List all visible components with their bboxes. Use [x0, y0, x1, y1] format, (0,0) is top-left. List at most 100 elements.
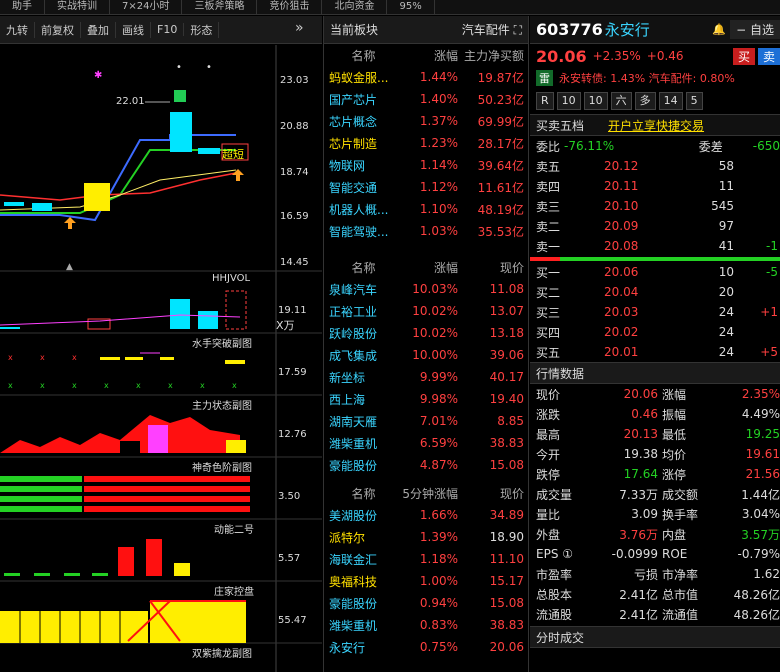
- toolbar-item[interactable]: 画线: [116, 21, 151, 38]
- sector-row[interactable]: 国产芯片 1.40% 50.23亿: [324, 88, 528, 110]
- order-qty: 10: [718, 265, 734, 279]
- toolbar-item[interactable]: 前复权: [35, 21, 81, 38]
- sector-row[interactable]: 机器人概... 1.10% 48.19亿: [324, 198, 528, 220]
- level-button[interactable]: 5: [685, 92, 703, 110]
- sector-row[interactable]: 西上海 9.98% 19.40: [324, 388, 528, 410]
- sector-cell: 1.03%: [419, 224, 458, 238]
- sector-cell: 成飞集成: [329, 348, 378, 363]
- sector-cell: 机器人概...: [329, 202, 389, 217]
- indicator-title-momentum[interactable]: 动能二号: [214, 521, 254, 536]
- price-axis-5: 14.45: [280, 257, 309, 268]
- toolbar-item[interactable]: 叠加: [81, 21, 116, 38]
- sector-row[interactable]: 潍柴重机 6.59% 38.83: [324, 432, 528, 454]
- sector-cell: 物联网: [329, 158, 366, 173]
- sell-button[interactable]: 卖: [757, 47, 780, 65]
- toolbar-item[interactable]: F10: [151, 23, 185, 36]
- top-tab[interactable]: 竞价狙击: [257, 0, 323, 14]
- top-tab[interactable]: 助手: [0, 0, 45, 14]
- buy-button[interactable]: 买: [732, 47, 755, 65]
- top-tab[interactable]: 北向资金: [322, 0, 388, 14]
- toolbar-item[interactable]: 九转: [0, 21, 35, 38]
- order-label: 买四: [536, 325, 561, 340]
- sector-name[interactable]: 汽车配件: [462, 23, 510, 37]
- svg-text:x: x: [136, 381, 141, 390]
- sector-cell: 1.37%: [419, 114, 458, 128]
- indicator-title-ladder[interactable]: 神奇色阶副图: [192, 459, 252, 474]
- sector-row[interactable]: 永安行 0.75% 20.06: [324, 636, 528, 658]
- stat-value: 0.46: [631, 407, 658, 421]
- top-tab[interactable]: 95%: [387, 0, 435, 14]
- sector-row[interactable]: 蚂蚁金服... 1.44% 19.87亿: [324, 66, 528, 88]
- sector-row[interactable]: 芯片制造 1.23% 28.17亿: [324, 132, 528, 154]
- sector-cell: 豪能股份: [329, 596, 378, 611]
- sector-row[interactable]: 豪能股份 4.87% 15.08: [324, 454, 528, 476]
- stock-name[interactable]: 永安行: [605, 19, 650, 40]
- stats-row: 流通股 2.41亿 流通值 48.26亿: [530, 604, 780, 624]
- sector-row[interactable]: 豪能股份 0.94% 15.08: [324, 592, 528, 614]
- order-label: 卖三: [536, 199, 561, 214]
- svg-text:✱: ✱: [94, 70, 102, 81]
- sector-row[interactable]: 智能交通 1.12% 11.61亿: [324, 176, 528, 198]
- stat-value: 2.41亿: [619, 607, 658, 622]
- top-tab[interactable]: 实战特训: [45, 0, 110, 14]
- level-button[interactable]: 10: [583, 92, 608, 110]
- indicator-title-sailor[interactable]: 水手突破副图: [192, 335, 252, 350]
- level-buttons: R 10 10 六多 14 5: [530, 88, 780, 114]
- sector-row[interactable]: 奥福科技 1.00% 15.17: [324, 570, 528, 592]
- lei-badge[interactable]: 雷: [536, 70, 553, 86]
- order-price: 20.09: [604, 219, 639, 233]
- order-row: 卖二 20.09 97: [530, 216, 780, 236]
- open-account-link[interactable]: 开户立享快捷交易: [608, 117, 704, 134]
- toolbar-item[interactable]: 形态: [184, 21, 220, 38]
- sector-row[interactable]: 海联金汇 1.18% 11.10: [324, 548, 528, 570]
- order-label: 买二: [536, 285, 561, 300]
- order-row: 买一 20.06 10 -5: [530, 262, 780, 282]
- sector-row[interactable]: 正裕工业 10.02% 13.07: [324, 300, 528, 322]
- sector-header-1: 名称 涨幅 主力净买额: [351, 48, 524, 63]
- tick-trades-title[interactable]: 分时成交: [530, 626, 780, 648]
- stats-title: 行情数据: [530, 362, 780, 384]
- sector-row[interactable]: 湖南天雁 7.01% 8.85: [324, 410, 528, 432]
- price-change: +0.46: [646, 49, 684, 63]
- sector-row[interactable]: 芯片概念 1.37% 69.99亿: [324, 110, 528, 132]
- top-tab[interactable]: 7×24小时: [110, 0, 183, 14]
- more-icon[interactable]: »: [295, 20, 304, 36]
- sector-row[interactable]: 泉峰汽车 10.03% 11.08: [324, 278, 528, 300]
- sector-row[interactable]: 智能驾驶... 1.03% 35.53亿: [324, 220, 528, 242]
- buy-sell-ratio-bar: [530, 257, 560, 261]
- indicator-title-force[interactable]: 主力状态副图: [192, 397, 252, 412]
- stats-row: 现价 20.06 涨幅 2.35%: [530, 384, 780, 404]
- level-button[interactable]: 10: [556, 92, 581, 110]
- add-watchlist-button[interactable]: − 自选: [730, 20, 780, 39]
- sector-row[interactable]: 新坐标 9.99% 40.17: [324, 366, 528, 388]
- sector-row[interactable]: 美湖股份 1.66% 34.89: [324, 504, 528, 526]
- price-axis-2: 20.88: [280, 121, 309, 132]
- volume-title: HHJVOL: [212, 273, 251, 284]
- sector-cell: 0.83%: [419, 618, 458, 632]
- order-price: 20.01: [604, 345, 639, 359]
- top-tab[interactable]: 三板斧策略: [182, 0, 258, 14]
- sector-cell: 1.40%: [419, 92, 458, 106]
- sector-cell: 34.89: [489, 508, 524, 522]
- level-button[interactable]: 多: [634, 92, 656, 110]
- level-button[interactable]: 14: [658, 92, 683, 110]
- sector-cell: 19.87亿: [477, 70, 524, 85]
- weicha-value: -650: [752, 139, 780, 153]
- sector-cell: 跃岭股份: [329, 326, 378, 341]
- sector-cell: 海联金汇: [329, 552, 378, 567]
- sector-row[interactable]: 物联网 1.14% 39.64亿: [324, 154, 528, 176]
- sector-row[interactable]: 成飞集成 10.00% 39.06: [324, 344, 528, 366]
- level-button[interactable]: 六: [610, 92, 632, 110]
- indicator-title-purple[interactable]: 双紫擒龙副图: [192, 645, 252, 660]
- sector-row[interactable]: 派特尔 1.39% 18.90: [324, 526, 528, 548]
- level-button[interactable]: R: [536, 92, 554, 110]
- order-delta: +1: [760, 305, 778, 319]
- expand-icon[interactable]: ⛶: [514, 23, 522, 37]
- related-tags[interactable]: 永安转债: 1.43% 汽车配件: 0.80%: [559, 70, 735, 86]
- order-label: 卖五: [536, 159, 561, 174]
- sector-row[interactable]: 潍柴重机 0.83% 38.83: [324, 614, 528, 636]
- sector-row[interactable]: 跃岭股份 10.02% 13.18: [324, 322, 528, 344]
- indicator-title-banker[interactable]: 庄家控盘: [214, 583, 254, 598]
- bell-icon[interactable]: 🔔: [712, 23, 726, 36]
- price-axis-4: 16.59: [280, 211, 309, 222]
